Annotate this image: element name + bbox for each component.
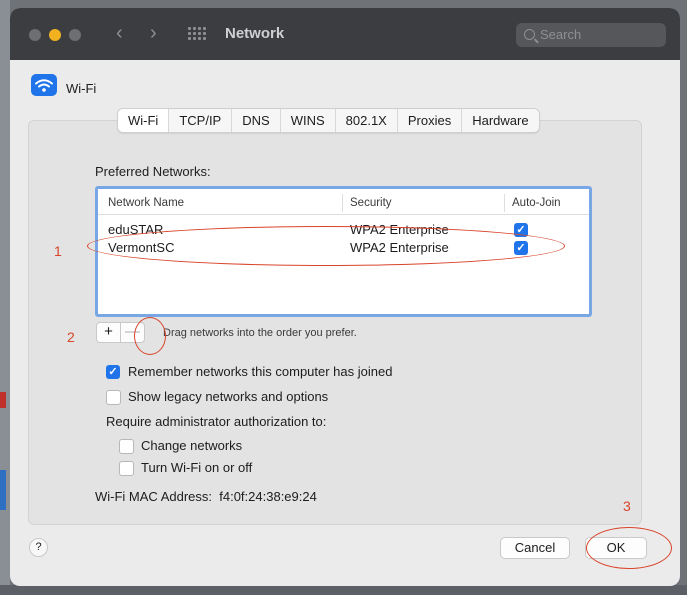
service-name: Wi-Fi — [66, 81, 97, 96]
annotation-circle-1 — [87, 226, 565, 266]
tab-dns[interactable]: DNS — [231, 109, 279, 132]
change-networks-label[interactable]: Change networks — [141, 438, 242, 453]
column-header-auto-join[interactable]: Auto-Join — [512, 197, 561, 209]
require-admin-label: Require administrator authorization to: — [106, 414, 327, 429]
annotation-circle-2 — [134, 317, 166, 355]
close-window-button[interactable] — [29, 29, 41, 41]
preferred-networks-label: Preferred Networks: — [95, 164, 211, 179]
column-header-network-name[interactable]: Network Name — [108, 197, 184, 209]
forward-chevron-icon[interactable]: › — [150, 22, 157, 45]
title-bar: ‹ › Network Search — [10, 8, 680, 60]
add-network-button[interactable]: + — [96, 322, 121, 343]
tab-8021x[interactable]: 802.1X — [334, 109, 397, 132]
drag-hint: Drag networks into the order you prefer. — [163, 327, 357, 339]
turn-wifi-label[interactable]: Turn Wi-Fi on or off — [141, 460, 252, 475]
back-chevron-icon[interactable]: ‹ — [116, 22, 123, 45]
mac-address-value: f4:0f:24:38:e9:24 — [219, 489, 317, 504]
column-header-security[interactable]: Security — [350, 197, 392, 209]
cancel-button[interactable]: Cancel — [500, 537, 570, 559]
annotation-number-3: 3 — [623, 498, 631, 514]
change-networks-checkbox[interactable] — [119, 439, 134, 454]
mac-address: Wi-Fi MAC Address: f4:0f:24:38:e9:24 — [95, 489, 317, 504]
tab-proxies[interactable]: Proxies — [396, 109, 461, 132]
help-button[interactable]: ? — [29, 538, 48, 557]
header-divider — [98, 214, 589, 215]
search-placeholder: Search — [540, 27, 582, 42]
show-legacy-checkbox[interactable] — [106, 390, 121, 405]
wifi-icon — [31, 74, 57, 96]
remember-networks-checkbox[interactable]: ✓ — [106, 365, 120, 379]
turn-wifi-checkbox[interactable] — [119, 461, 134, 476]
remember-networks-label[interactable]: Remember networks this computer has join… — [128, 364, 392, 379]
backdrop-blue-sliver — [0, 470, 6, 510]
tab-bar: Wi-Fi TCP/IP DNS WINS 802.1X Proxies Har… — [117, 108, 540, 133]
search-icon — [524, 29, 535, 40]
column-divider — [342, 194, 343, 212]
tab-hardware[interactable]: Hardware — [461, 109, 538, 132]
search-field[interactable]: Search — [516, 23, 666, 47]
backdrop-red-sliver — [0, 392, 6, 408]
mac-address-label: Wi-Fi MAC Address: — [95, 489, 213, 504]
tab-wifi[interactable]: Wi-Fi — [118, 109, 169, 132]
annotation-circle-3 — [586, 527, 672, 569]
tab-wins[interactable]: WINS — [279, 109, 335, 132]
minimize-window-button[interactable] — [49, 29, 61, 41]
tab-tcpip[interactable]: TCP/IP — [168, 109, 231, 132]
annotation-number-2: 2 — [67, 329, 75, 345]
annotation-number-1: 1 — [54, 243, 62, 259]
zoom-window-button[interactable] — [69, 29, 81, 41]
show-legacy-label[interactable]: Show legacy networks and options — [128, 389, 328, 404]
window-title: Network — [225, 25, 285, 42]
backdrop-bottom — [0, 585, 687, 595]
column-divider — [504, 194, 505, 212]
show-all-grid-icon[interactable] — [188, 27, 206, 41]
